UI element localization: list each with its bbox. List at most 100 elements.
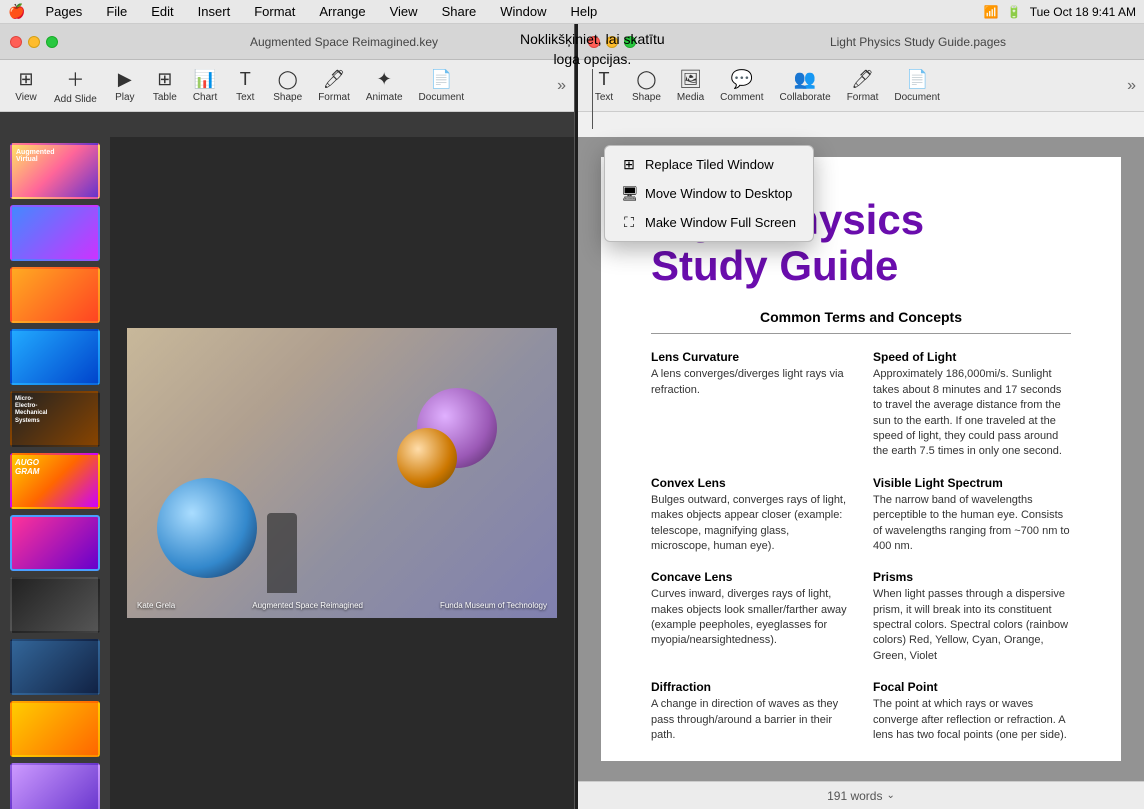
toolbar-play-btn[interactable]: ▶ Play [107,65,143,107]
pages-close-button[interactable] [588,36,600,48]
text-icon: T [240,69,251,90]
toolbar-document-label: Document [419,92,465,103]
toolbar-text-btn[interactable]: T Text [227,65,263,107]
menu-arrange[interactable]: Arrange [315,4,369,19]
pages-format-icon: 🖊 [851,69,874,90]
term-concave-lens-def: Curves inward, diverges rays of light, m… [651,587,849,649]
slide-thumb-7[interactable]: 7 [10,515,100,571]
toolbar-table-label: Table [153,92,177,103]
sphere-2 [397,428,457,488]
toolbar-more-btn[interactable]: » [557,77,566,95]
apple-menu[interactable]: 🍎 [8,3,25,20]
slide-thumb-5[interactable]: Micro-Electro-MechanicalSystems 5 [10,391,100,447]
toolbar-addslide-btn[interactable]: ＋ Add Slide [48,62,103,109]
doc-divider [651,333,1071,334]
term-prisms-label: Prisms [873,570,1071,584]
term-focal-point: Focal Point The point at which rays or w… [873,680,1071,743]
pages-toolbar-format-label: Format [847,92,879,103]
sphere-3 [157,478,257,578]
pages-toolbar-text-btn[interactable]: T Text [586,65,622,107]
close-button[interactable] [10,36,22,48]
term-convex-lens-label: Convex Lens [651,476,849,490]
menu-file[interactable]: File [102,4,131,19]
pages-toolbar-document-label: Document [894,92,940,103]
pages-statusbar: 191 words ⌄ [578,781,1144,809]
term-diffraction-label: Diffraction [651,680,849,694]
menu-pages[interactable]: Pages [41,4,86,19]
slide-thumb-11[interactable]: 11 [10,763,100,809]
pages-toolbar-text-label: Text [595,92,613,103]
slide-thumb-6[interactable]: AUGOGRAM 6 [10,453,100,509]
pages-toolbar-media-label: Media [677,92,704,103]
pages-fullscreen-button[interactable] [624,36,636,48]
pages-comment-icon: 💬 [731,69,753,90]
menu-window[interactable]: Window [496,4,550,19]
fullscreen-menu-icon: ⛶ [621,214,637,231]
menu-insert[interactable]: Insert [194,4,235,19]
pages-toolbar-shape-btn[interactable]: ◯ Shape [626,65,667,107]
caption-left: Kate Grela [137,601,175,610]
pages-toolbar-more-btn[interactable]: » [1127,77,1136,95]
term-lens-curvature: Lens Curvature A lens converges/diverges… [651,350,849,459]
menu-view[interactable]: View [386,4,422,19]
minimize-button[interactable] [28,36,40,48]
keynote-window: Augmented Space Reimagined.key ⊞ View ＋ … [0,24,575,809]
term-focal-point-def: The point at which rays or waves converg… [873,697,1071,743]
menubar-right: 📶 🔋 Tue Oct 18 9:41 AM [984,5,1136,19]
menu-item-move-desktop[interactable]: 🖥 Move Window to Desktop [605,179,813,208]
document-page: Light PhysicsStudy Guide Common Terms an… [601,157,1121,761]
word-count-chevron[interactable]: ⌄ [886,790,894,801]
toolbar-addslide-label: Add Slide [54,94,97,105]
play-icon: ▶ [118,69,132,90]
pages-toolbar-media-btn[interactable]: 🖼 Media [671,65,710,107]
menu-help[interactable]: Help [567,4,602,19]
menu-item-replace-tiled-label: Replace Tiled Window [645,157,774,172]
addslide-icon: ＋ [66,66,84,92]
pages-toolbar-document-btn[interactable]: 📄 Document [888,65,946,107]
pages-shape-icon: ◯ [636,69,656,90]
document-icon: 📄 [430,69,452,90]
slide-thumb-9[interactable]: 9 [10,639,100,695]
toolbar-view-btn[interactable]: ⊞ View [8,65,44,107]
toolbar-format-btn[interactable]: 🖊 Format [312,65,356,107]
slide-thumb-3[interactable]: 3 [10,267,100,323]
term-prisms: Prisms When light passes through a dispe… [873,570,1071,664]
document-columns: Lens Curvature A lens converges/diverges… [651,350,1071,743]
menu-item-replace-tiled[interactable]: ⊞ Replace Tiled Window [605,150,813,179]
term-speed-of-light-def: Approximately 186,000mi/s. Sunlight take… [873,367,1071,459]
pages-toolbar-format-btn[interactable]: 🖊 Format [841,65,885,107]
slide-thumb-8[interactable]: 8 [10,577,100,633]
pages-window-title: Light Physics Study Guide.pages [702,35,1134,49]
document-subtitle: Common Terms and Concepts [651,309,1071,325]
term-prisms-def: When light passes through a dispersive p… [873,587,1071,664]
move-desktop-icon: 🖥 [621,185,637,202]
menu-item-fullscreen[interactable]: ⛶ Make Window Full Screen [605,208,813,237]
slide-image: Kate Grela Augmented Space Reimagined Fu… [127,328,557,618]
toolbar-text-label: Text [236,92,254,103]
toolbar-chart-btn[interactable]: 📊 Chart [187,65,223,107]
term-focal-point-label: Focal Point [873,680,1071,694]
table-icon: ⊞ [157,69,172,90]
menu-edit[interactable]: Edit [147,4,177,19]
slide-thumb-1[interactable]: AugmentedVirtual 1 [10,143,100,199]
toolbar-table-btn[interactable]: ⊞ Table [147,65,183,107]
slide-thumb-4[interactable]: 4 [10,329,100,385]
pages-toolbar-collaborate-btn[interactable]: 👥 Collaborate [774,65,837,107]
menu-format[interactable]: Format [250,4,299,19]
toolbar-shape-btn[interactable]: ◯ Shape [267,65,308,107]
slide-thumb-10[interactable]: 10 [10,701,100,757]
wifi-icon: 📶 [984,5,999,19]
fullscreen-button[interactable] [46,36,58,48]
keynote-titlebar: Augmented Space Reimagined.key [0,24,574,60]
pages-media-icon: 🖼 [679,69,702,90]
battery-icon: 🔋 [1007,5,1022,19]
pages-toolbar-comment-btn[interactable]: 💬 Comment [714,65,769,107]
pages-document-icon: 📄 [906,69,928,90]
pages-minimize-button[interactable] [606,36,618,48]
caption-center: Augmented Space Reimagined [252,601,363,610]
slide-thumb-2[interactable]: 2 [10,205,100,261]
shape-icon: ◯ [278,69,298,90]
menu-share[interactable]: Share [438,4,481,19]
toolbar-animate-btn[interactable]: ✦ Animate [360,65,409,107]
toolbar-document-btn[interactable]: 📄 Document [413,65,471,107]
